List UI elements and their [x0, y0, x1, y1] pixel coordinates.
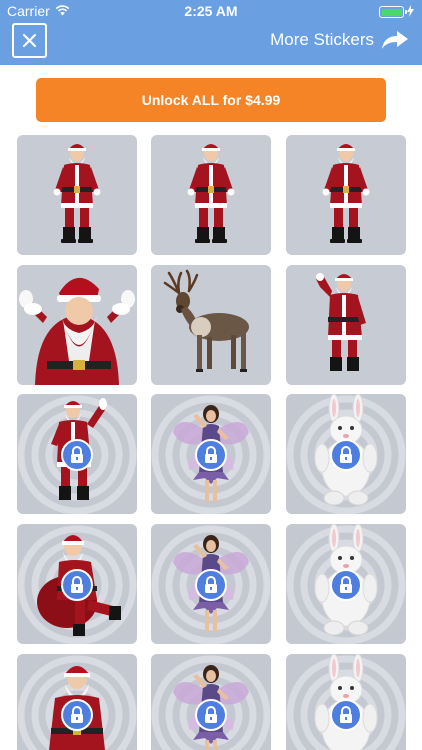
- lock-badge: [61, 569, 93, 601]
- sticker-tile-reindeer[interactable]: [151, 265, 271, 385]
- status-right: [379, 4, 414, 20]
- sticker-image-reindeer: [163, 269, 249, 372]
- sticker-tile-fairy-2[interactable]: [151, 524, 271, 644]
- sticker-tile-fairy-3[interactable]: [151, 654, 271, 750]
- sticker-tile-bunny-2[interactable]: [286, 524, 406, 644]
- sticker-tile-santa-standing-1[interactable]: [17, 135, 137, 255]
- sticker-image-santa-standing-2: [187, 144, 235, 243]
- close-icon: [22, 33, 37, 48]
- lock-badge: [195, 439, 227, 471]
- sticker-tile-santa-waving-closeup[interactable]: [17, 265, 137, 385]
- lock-icon: [71, 576, 83, 593]
- lock-icon: [205, 576, 217, 593]
- sticker-tile-bunny-3[interactable]: [286, 654, 406, 750]
- lock-icon: [340, 446, 352, 463]
- lock-icon: [340, 706, 352, 723]
- sticker-image-santa-waving-closeup: [19, 277, 135, 385]
- lock-icon: [205, 706, 217, 723]
- sticker-image-santa-standing-1: [53, 144, 101, 243]
- sticker-tile-santa-sitting[interactable]: [17, 654, 137, 750]
- sticker-tile-santa-saluting[interactable]: [286, 265, 406, 385]
- close-button[interactable]: [12, 23, 47, 58]
- lock-badge: [61, 439, 93, 471]
- status-bar: Carrier 2:25 AM: [0, 0, 422, 22]
- more-stickers-button[interactable]: More Stickers: [270, 30, 408, 50]
- sticker-store-screen: Carrier 2:25 AM More Stickers Unlock ALL…: [0, 0, 422, 750]
- sticker-tile-bunny-1[interactable]: [286, 394, 406, 514]
- sticker-tile-santa-standing-3[interactable]: [286, 135, 406, 255]
- battery-icon: [379, 6, 407, 18]
- lock-badge: [195, 699, 227, 731]
- lock-icon: [71, 446, 83, 463]
- share-arrow-icon: [382, 31, 408, 49]
- lock-badge: [330, 439, 362, 471]
- charging-icon: [407, 4, 414, 20]
- lock-icon: [340, 576, 352, 593]
- sticker-image-santa-saluting: [316, 273, 366, 371]
- unlock-all-button[interactable]: Unlock ALL for $4.99: [36, 78, 386, 122]
- more-stickers-label: More Stickers: [270, 30, 374, 49]
- lock-badge: [330, 569, 362, 601]
- unlock-all-label: Unlock ALL for $4.99: [141, 92, 281, 108]
- status-time: 2:25 AM: [184, 3, 238, 19]
- sticker-tile-santa-arms-up[interactable]: [17, 394, 137, 514]
- sticker-tile-santa-sitting-sack[interactable]: [17, 524, 137, 644]
- lock-icon: [71, 706, 83, 723]
- lock-icon: [205, 446, 217, 463]
- nav-bar: More Stickers: [0, 22, 422, 65]
- lock-badge: [61, 699, 93, 731]
- sticker-tile-santa-standing-2[interactable]: [151, 135, 271, 255]
- lock-badge: [195, 569, 227, 601]
- sticker-image-santa-standing-3: [322, 144, 370, 243]
- sticker-tile-fairy-1[interactable]: [151, 394, 271, 514]
- lock-badge: [330, 699, 362, 731]
